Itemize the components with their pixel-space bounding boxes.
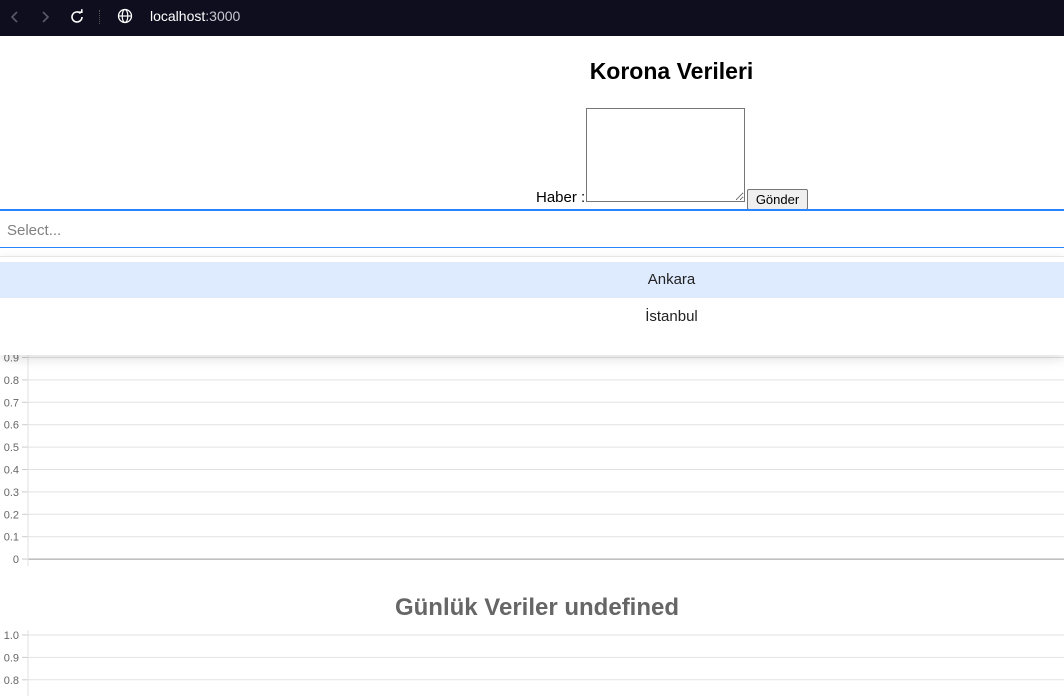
select-placeholder: Select... bbox=[7, 222, 62, 239]
city-select[interactable]: Select... bbox=[0, 209, 1064, 248]
url-port: :3000 bbox=[205, 8, 241, 24]
back-arrow-icon[interactable] bbox=[4, 6, 26, 28]
y-tick-label: 0.3 bbox=[4, 487, 19, 499]
forward-arrow-icon[interactable] bbox=[34, 6, 56, 28]
y-tick-label: 0.2 bbox=[4, 509, 19, 521]
y-tick-label: 0.4 bbox=[4, 465, 19, 477]
chart-1: 0.90.80.70.60.50.40.30.20.10 bbox=[4, 340, 1064, 566]
page-title: Korona Verileri bbox=[589, 58, 754, 84]
url-host: localhost bbox=[150, 8, 206, 24]
y-tick-label: 0.9 bbox=[4, 652, 19, 664]
haber-label: Haber : bbox=[536, 189, 586, 206]
y-tick-label: 0.8 bbox=[4, 675, 19, 687]
y-tick-label: 0.5 bbox=[4, 442, 19, 454]
y-tick-label: 0.1 bbox=[4, 532, 19, 544]
chart-2: 1.0 0.9 0.8 bbox=[4, 630, 1064, 696]
y-tick-label: 0.8 bbox=[4, 375, 19, 387]
address-bar[interactable]: localhost:3000 bbox=[150, 8, 240, 24]
y-tick-label: 0 bbox=[13, 554, 19, 566]
toolbar-separator bbox=[99, 10, 102, 24]
globe-icon[interactable] bbox=[117, 8, 133, 24]
browser-toolbar: localhost:3000 bbox=[0, 0, 1064, 36]
reload-icon[interactable] bbox=[66, 6, 88, 28]
option-ankara[interactable]: Ankara bbox=[0, 262, 1064, 298]
haber-textarea[interactable] bbox=[586, 108, 745, 202]
y-tick-label: 0.6 bbox=[4, 420, 19, 432]
send-button[interactable]: Gönder bbox=[747, 189, 808, 210]
y-tick-label: 0.7 bbox=[4, 397, 19, 409]
y-tick-label: 1.0 bbox=[4, 630, 19, 642]
select-menu: Ankara İstanbul bbox=[0, 256, 1064, 355]
option-istanbul[interactable]: İstanbul bbox=[0, 299, 1064, 335]
